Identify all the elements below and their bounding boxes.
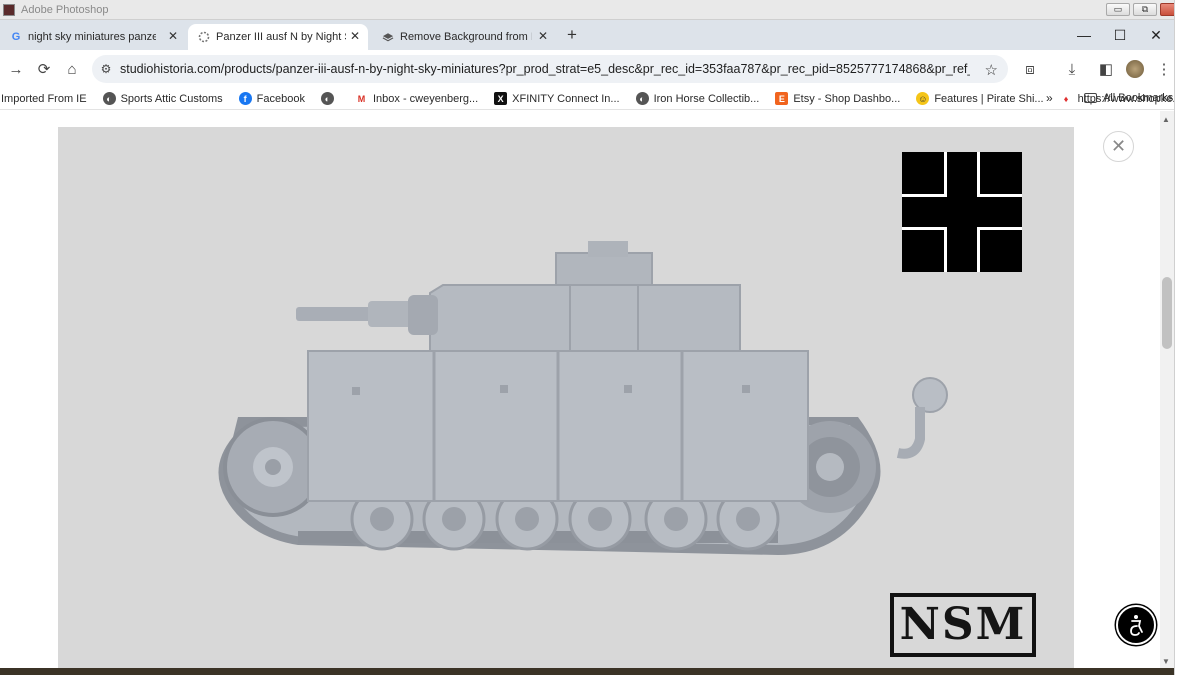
bookmark-label: Inbox - cweyenberg... (372, 92, 479, 105)
all-bookmarks-button[interactable]: All Bookmarks (1084, 92, 1173, 104)
tab-close-icon[interactable]: ✕ (538, 29, 548, 43)
tab-remove-background[interactable]: Remove Background from Imag ✕ (372, 24, 556, 50)
turret (429, 241, 741, 352)
bookmarks-bar: Imported From IE ◐ Sports Attic Customs … (0, 88, 1182, 110)
scroll-down-arrow-icon[interactable]: ▼ (1162, 657, 1170, 666)
toolbar-actions: ⧈ ⤓ ◧ ⋮ (1016, 55, 1178, 83)
tab-panzer-product[interactable]: Panzer III ausf N by Night Sky M ✕ (188, 24, 368, 50)
photoshop-titlebar: Adobe Photoshop ▭ ⧉ ✕ (0, 0, 1200, 20)
new-tab-button[interactable]: + (562, 26, 582, 46)
photoshop-restore-button[interactable]: ⧉ (1133, 3, 1157, 16)
gmail-icon: M (357, 93, 366, 104)
tab-label: Panzer III ausf N by Night Sky M (216, 31, 346, 43)
forward-arrow-icon[interactable]: → (2, 55, 30, 83)
profile-avatar[interactable] (1126, 60, 1144, 78)
extensions-puzzle-icon[interactable]: ⧈ (1016, 55, 1044, 83)
scroll-up-arrow-icon[interactable]: ▲ (1162, 115, 1170, 124)
main-gun (296, 295, 438, 335)
bookmark-label: Etsy - Shop Dashbo... (793, 92, 901, 105)
bookmark-label: Imported From IE (1, 92, 87, 105)
bookmark-gmail-inbox[interactable]: M Inbox - cweyenberg... (355, 92, 478, 105)
address-bar[interactable]: ⚙ studiohistoria.com/products/panzer-iii… (92, 55, 1008, 83)
bookmark-sports-attic[interactable]: ◐ Sports Attic Customs (102, 92, 223, 105)
bookmark-star-icon[interactable]: ☆ (985, 61, 998, 79)
taskbar-edge (0, 668, 1174, 675)
home-icon[interactable]: ⌂ (58, 55, 86, 83)
tab-strip: G night sky miniatures panzer iii ✕ Panz… (0, 20, 1174, 50)
maximize-icon[interactable]: ☐ (1102, 20, 1138, 50)
globe-icon: ◐ (320, 92, 334, 105)
google-icon: G (11, 31, 21, 43)
product-image-viewer: NSM (58, 127, 1074, 675)
hull-skirts (307, 350, 809, 502)
photoshop-title: Adobe Photoshop (21, 3, 109, 16)
tab-label: night sky miniatures panzer iii (28, 31, 156, 43)
scroll-thumb[interactable] (1162, 277, 1172, 349)
side-panel-icon[interactable]: ◧ (1092, 55, 1120, 83)
globe-icon: ◐ (102, 92, 116, 105)
drive-sprocket (223, 417, 323, 517)
bookmarks-overflow-icon[interactable]: » (1046, 91, 1053, 105)
page-content: NSM ✕ ▲ ▼ (0, 111, 1174, 675)
download-icon[interactable]: ⤓ (1058, 55, 1086, 83)
layers-icon (382, 31, 394, 43)
bookmark-facebook[interactable]: f Facebook (238, 92, 305, 105)
page-scrollbar[interactable]: ▲ ▼ (1160, 111, 1174, 675)
bookmark-label: Facebook (256, 92, 305, 105)
minimize-icon[interactable]: — (1066, 20, 1102, 50)
balkenkreuz-icon (902, 152, 1022, 272)
tab-google-search[interactable]: G night sky miniatures panzer iii ✕ (0, 24, 186, 50)
bookmark-xfinity[interactable]: X XFINITY Connect In... (494, 92, 620, 105)
tab-label: Remove Background from Imag (400, 31, 532, 43)
shop-icon: ♦ (1063, 93, 1069, 104)
pirate-icon: ☺ (916, 92, 930, 105)
bookmark-label: Features | Pirate Shi... (934, 92, 1044, 105)
window-controls: — ☐ ✕ (1066, 20, 1174, 50)
tab-close-icon[interactable]: ✕ (350, 29, 360, 43)
bookmark-label: XFINITY Connect In... (512, 92, 620, 105)
exhaust-muffler (896, 377, 948, 459)
close-viewer-button[interactable]: ✕ (1103, 131, 1134, 162)
accessibility-button[interactable] (1116, 605, 1156, 645)
bookmark-globe[interactable]: ◐ (320, 92, 339, 105)
photoshop-side-strip (1174, 0, 1200, 675)
bookmark-imported-from-ie[interactable]: Imported From IE (1, 93, 87, 105)
nsm-logo: NSM (890, 593, 1036, 657)
reload-icon[interactable]: ⟳ (30, 55, 58, 83)
facebook-icon: f (238, 92, 252, 105)
close-window-icon[interactable]: ✕ (1138, 20, 1174, 50)
folder-icon (1084, 93, 1097, 103)
photoshop-logo-icon (3, 3, 15, 16)
photoshop-minimize-button[interactable]: ▭ (1106, 3, 1130, 16)
bookmark-iron-horse[interactable]: ◐ Iron Horse Collectib... (635, 92, 760, 105)
loading-spinner-icon (198, 31, 210, 43)
url-text[interactable]: studiohistoria.com/products/panzer-iii-a… (120, 62, 970, 76)
accessibility-icon (1130, 615, 1143, 636)
tab-close-icon[interactable]: ✕ (168, 29, 178, 43)
bookmark-label: Iron Horse Collectib... (653, 92, 760, 105)
bookmark-label: Sports Attic Customs (120, 92, 223, 105)
browser-toolbar: → ⟳ ⌂ ⚙ studiohistoria.com/products/panz… (0, 50, 1174, 88)
etsy-icon: E (775, 92, 789, 105)
bookmark-etsy[interactable]: E Etsy - Shop Dashbo... (775, 92, 900, 105)
globe-icon: ◐ (635, 92, 649, 105)
site-settings-icon[interactable]: ⚙ (92, 62, 120, 76)
bookmark-pirate-ship[interactable]: ☺ Features | Pirate Shi... (916, 92, 1044, 105)
all-bookmarks-label: All Bookmarks (1103, 92, 1174, 104)
xfinity-icon: X (494, 92, 508, 105)
